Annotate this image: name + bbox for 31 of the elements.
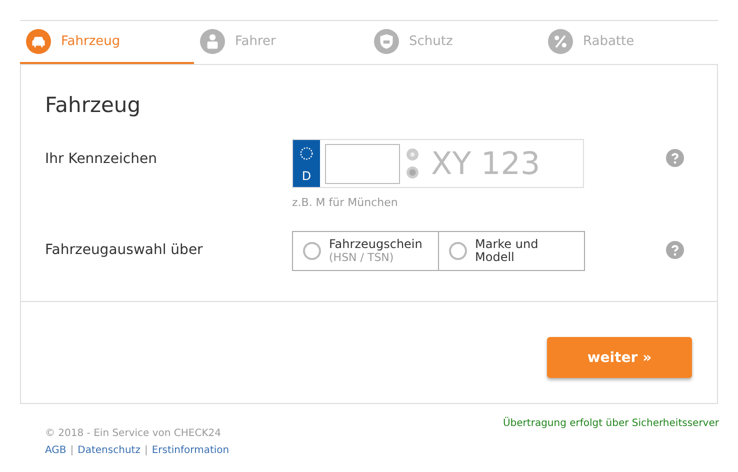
- country-code: D: [302, 169, 312, 183]
- person-icon: [200, 29, 225, 54]
- shield-icon: [374, 29, 399, 54]
- footer-link[interactable]: Datenschutz: [78, 445, 140, 456]
- option-label: Fahrzeugschein: [329, 238, 422, 251]
- radio-button[interactable]: [449, 242, 467, 260]
- copyright-text: © 2018 - Ein Service von CHECK24: [45, 428, 222, 439]
- car-icon: [26, 29, 51, 54]
- footer-link[interactable]: Erstinformation: [152, 445, 230, 456]
- option-label: Marke und Modell: [475, 238, 540, 264]
- security-note: Übertragung erfolgt über Sicherheitsserver: [502, 418, 719, 431]
- help-icon[interactable]: [666, 241, 684, 259]
- field-label: Ihr Kennzeichen: [45, 150, 158, 167]
- district-input[interactable]: [325, 144, 400, 184]
- radio-option[interactable]: Fahrzeugschein (HSN / TSN): [293, 232, 438, 270]
- radio-option[interactable]: Marke und Modell: [438, 232, 584, 270]
- radio-button[interactable]: [303, 242, 321, 260]
- separator: |: [144, 445, 148, 456]
- separator: |: [70, 445, 74, 456]
- plate-number-input[interactable]: XY 123: [429, 144, 583, 182]
- option-sublabel: (HSN / TSN): [329, 251, 395, 264]
- seal-icon: [406, 166, 419, 179]
- license-plate-field[interactable]: D XY 123: [292, 139, 584, 188]
- footer-link[interactable]: AGB: [45, 445, 66, 456]
- form-title: Fahrzeug: [45, 93, 142, 117]
- stars-icon: [299, 146, 314, 161]
- field-label: Fahrzeugauswahl über: [45, 241, 204, 258]
- percent-icon: [548, 29, 573, 54]
- seal-icon: [406, 148, 419, 161]
- help-icon[interactable]: [666, 149, 684, 167]
- field-hint: z.B. M für München: [292, 196, 399, 209]
